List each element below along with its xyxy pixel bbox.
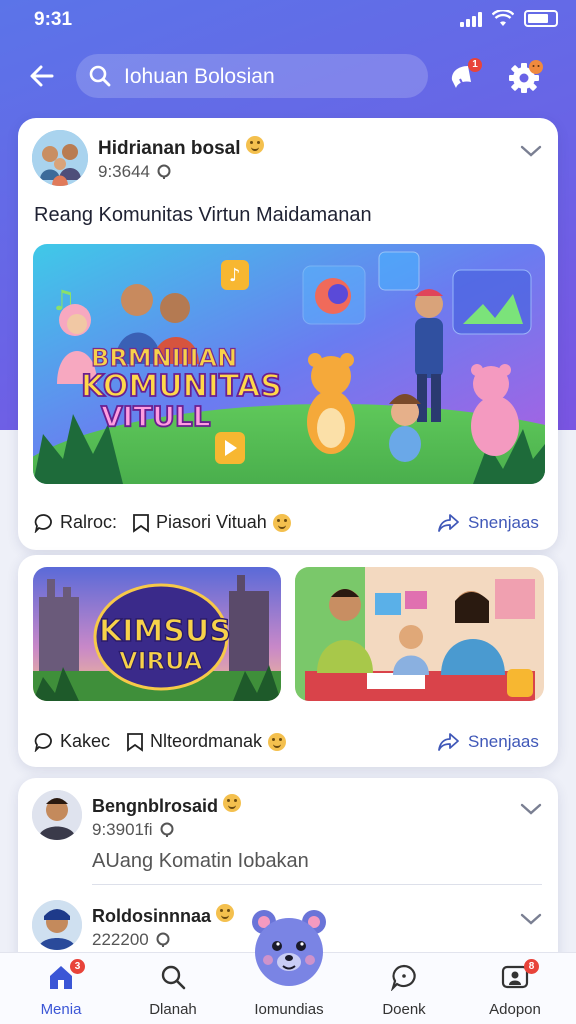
list-item-author[interactable]: Roldosinnnaa (92, 904, 235, 927)
post-banner-image[interactable]: ♪ ♫ BRMNIIIAN KOMUNITAS VITULL (33, 244, 545, 484)
post-meta: 9:3644 (98, 162, 172, 182)
bookmark-icon (127, 732, 143, 752)
nav-item-home[interactable]: 3 Menia (6, 953, 116, 1024)
location-icon (156, 932, 170, 947)
back-arrow-icon[interactable] (26, 60, 58, 92)
chat-bubble-icon (390, 964, 416, 991)
share-label: Snenjaas (468, 513, 539, 532)
comment-label: Kakec (60, 731, 111, 751)
nav-badge: 3 (70, 959, 85, 974)
chevron-down-icon[interactable] (520, 912, 542, 926)
save-label: Piasori Vituah (156, 512, 267, 532)
group-avatar[interactable] (32, 130, 88, 186)
mascot-bear-icon[interactable] (246, 906, 332, 992)
nav-item-profile[interactable]: 8 Adopon (460, 953, 570, 1024)
post-caption: Reang Komunitas Virtun Maidamanan (34, 204, 372, 226)
user-avatar[interactable] (32, 790, 82, 840)
bookmark-icon (133, 513, 149, 533)
nav-label: Dlanah (149, 1001, 197, 1018)
list-item-author[interactable]: Bengnblrosaid (92, 794, 242, 817)
smile-emoji-icon (268, 732, 287, 751)
gallery-title-line-1: KIMSUS (99, 614, 231, 649)
wifi-icon (492, 10, 514, 26)
share-label: Snenjaas (468, 732, 539, 751)
comment-label: Ralroc: (60, 512, 118, 532)
smile-emoji-icon (272, 513, 291, 532)
nav-label: Adopon (489, 1001, 541, 1018)
search-input[interactable]: Iohuan Bolosian (76, 54, 428, 98)
nav-label: Iomundias (254, 1001, 324, 1018)
banner-title-line-1: BRMNIIIAN (91, 344, 237, 372)
save-button[interactable]: Nlteordmanak (126, 731, 287, 752)
status-time: 9:31 (34, 9, 73, 30)
gallery-image-right[interactable] (295, 567, 544, 701)
status-bar: 9:31 (0, 0, 576, 40)
gear-icon (509, 60, 543, 93)
post-author[interactable]: Hidrianan bosal (98, 136, 264, 160)
notification-badge: 1 (468, 58, 482, 72)
gallery-title-line-2: VIRUA (119, 647, 203, 675)
notification-button[interactable]: 1 (446, 58, 482, 94)
list-item-timestamp: 9:3901fi (92, 820, 153, 839)
svg-text:♪: ♪ (229, 265, 241, 286)
share-icon (438, 514, 459, 532)
nav-badge: 8 (524, 959, 539, 974)
save-label: Nlteordmanak (150, 731, 263, 751)
nav-label: Doenk (382, 1001, 426, 1018)
smile-emoji-icon (223, 794, 242, 812)
search-icon (161, 965, 186, 990)
post-card-main: Hidrianan bosal 9:3644 Reang Komunitas V… (18, 118, 558, 550)
status-icons (460, 10, 558, 27)
share-icon (438, 733, 459, 751)
signal-icon (460, 11, 482, 27)
nav-item-search[interactable]: Dlanah (118, 953, 228, 1024)
comment-icon (34, 513, 52, 533)
comment-button[interactable]: Ralroc: (34, 512, 117, 533)
nav-label: Menia (40, 1001, 82, 1018)
top-bar: Iohuan Bolosian 1 (0, 52, 576, 100)
list-item-meta: 9:3901fi (92, 820, 175, 840)
save-button[interactable]: Piasori Vituah (132, 512, 291, 533)
post-card-gallery: KIMSUS VIRUA Kakec Nlteordmanak Snenjaas (18, 555, 558, 767)
list-item-meta: 222200 (92, 930, 171, 950)
gallery-image-left[interactable]: KIMSUS VIRUA (33, 567, 281, 701)
share-button[interactable]: Snenjaas (438, 732, 539, 752)
smile-emoji-icon (216, 904, 235, 922)
banner-title-line-3: VITULL (101, 400, 211, 433)
comment-button[interactable]: Kakec (34, 731, 110, 752)
chevron-down-icon[interactable] (520, 802, 542, 816)
list-item-caption: AUang Komatin Iobakan (92, 850, 309, 872)
chevron-down-icon[interactable] (520, 144, 542, 158)
search-icon (89, 65, 111, 87)
search-text: Iohuan Bolosian (124, 65, 275, 88)
banner-title-line-2: KOMUNITAS (81, 369, 282, 404)
smile-emoji-icon (245, 136, 264, 154)
location-icon (160, 822, 173, 837)
list-item-timestamp: 222200 (92, 930, 149, 949)
share-button[interactable]: Snenjaas (438, 513, 539, 533)
list-divider (92, 884, 542, 885)
user-avatar[interactable] (32, 900, 82, 950)
settings-button[interactable] (508, 58, 544, 94)
nav-item-chat[interactable]: Doenk (349, 953, 459, 1024)
comment-icon (34, 732, 52, 752)
location-icon (157, 164, 171, 179)
battery-icon (524, 10, 558, 27)
post-timestamp: 9:3644 (98, 162, 150, 181)
